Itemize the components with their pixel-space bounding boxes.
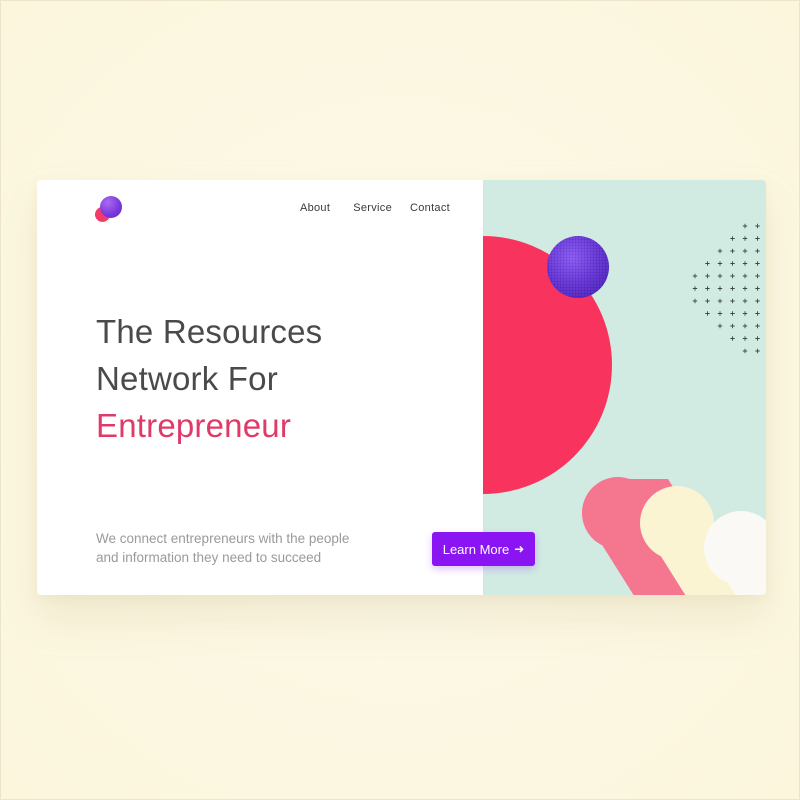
plus-mark <box>742 348 748 354</box>
plus-mark <box>730 248 735 254</box>
plus-mark <box>755 223 760 229</box>
plus-mark <box>755 298 760 304</box>
brand-logo[interactable] <box>95 196 125 226</box>
plus-mark <box>742 298 748 304</box>
plus-mark <box>742 273 748 279</box>
plus-mark <box>742 336 748 341</box>
plus-mark <box>755 323 760 329</box>
plus-mark <box>717 286 723 291</box>
plus-mark <box>717 311 723 316</box>
plus-mark <box>730 298 735 304</box>
plus-mark <box>705 286 710 291</box>
subtext-line-2: and information they need to succeed <box>96 550 322 565</box>
plus-mark <box>742 323 748 329</box>
plus-mark <box>730 311 735 316</box>
plus-mark <box>705 261 710 266</box>
plus-mark <box>717 261 723 266</box>
plus-mark <box>730 336 735 341</box>
plus-mark <box>742 286 748 291</box>
hero-card: About Service Contact The Resources Netw… <box>37 180 766 595</box>
plus-mark <box>730 273 735 279</box>
plus-mark <box>730 261 735 266</box>
plus-mark <box>742 248 748 254</box>
plus-mark <box>730 286 735 291</box>
plus-mark <box>705 311 710 316</box>
plus-mark <box>730 236 735 241</box>
learn-more-button[interactable]: Learn More ➜ <box>432 532 535 566</box>
plus-mark <box>755 236 760 241</box>
learn-more-label: Learn More <box>442 541 510 557</box>
arrow-right-icon: ➜ <box>514 542 525 556</box>
plus-mark <box>705 298 710 304</box>
hero-subtext: We connect entrepreneurs with the people… <box>96 529 396 567</box>
plus-pattern-grid <box>692 223 760 354</box>
headline-line-2: Network For <box>96 360 278 397</box>
plus-mark <box>742 261 748 266</box>
plus-mark <box>755 336 760 341</box>
plus-mark <box>742 311 748 316</box>
plus-mark <box>742 236 748 241</box>
plus-mark <box>692 286 698 291</box>
page-frame: About Service Contact The Resources Netw… <box>0 0 800 800</box>
plus-mark <box>717 323 723 329</box>
plus-mark <box>692 273 698 279</box>
plus-mark <box>755 273 760 279</box>
plus-mark <box>705 273 710 279</box>
nav-link-contact[interactable]: Contact <box>410 202 450 214</box>
plus-mark <box>755 311 760 316</box>
nav-link-service[interactable]: Service <box>353 202 392 214</box>
headline-line-1: The Resources <box>96 313 323 350</box>
plus-mark <box>755 348 760 354</box>
plus-mark <box>755 261 760 266</box>
purple-sphere-shape <box>547 236 609 298</box>
main-nav: About Service Contact <box>300 202 450 214</box>
plus-mark <box>742 223 748 229</box>
headline-accent: Entrepreneur <box>96 407 292 444</box>
plus-mark <box>692 298 698 304</box>
plus-mark <box>717 273 723 279</box>
logo-purple-dot-icon <box>100 196 122 218</box>
hero-content-panel: About Service Contact The Resources Netw… <box>37 180 483 595</box>
plus-mark <box>717 298 723 304</box>
plus-mark <box>755 286 760 291</box>
plus-mark <box>717 248 723 254</box>
plus-mark <box>730 323 735 329</box>
plus-mark <box>755 248 760 254</box>
subtext-line-1: We connect entrepreneurs with the people <box>96 531 350 546</box>
hero-headline: The Resources Network For Entrepreneur <box>96 308 322 449</box>
nav-link-about[interactable]: About <box>300 202 330 214</box>
